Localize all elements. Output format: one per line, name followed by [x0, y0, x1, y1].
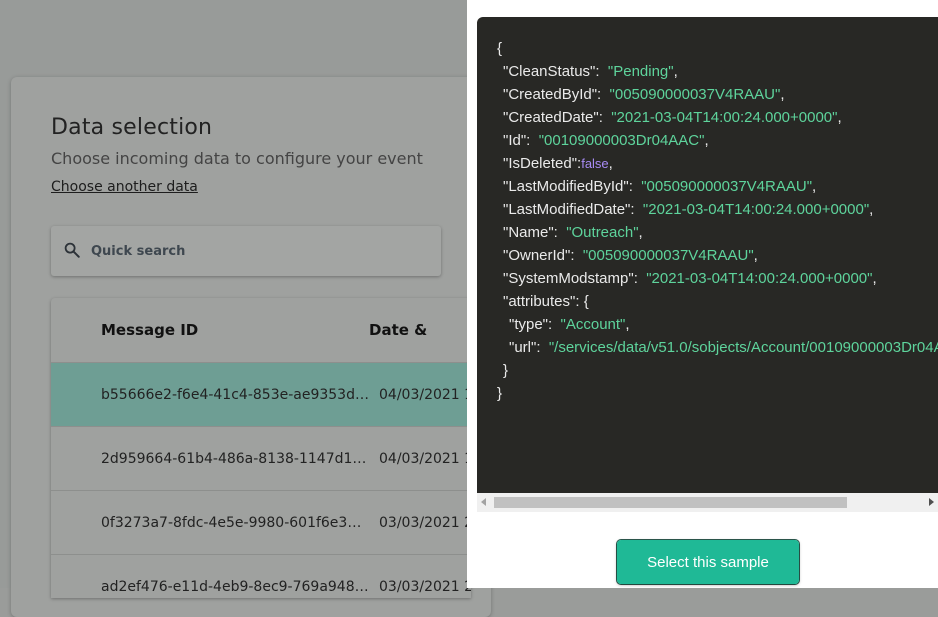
json-line: "url": "/services/data/v51.0/sobjects/Ac… — [497, 336, 938, 359]
json-string-value: "005090000037V4RAAU" — [582, 247, 754, 264]
json-punctuation: : — [526, 132, 539, 149]
message-id-cell: ad2ef476-e11d-4eb9-8ec9-769a948… — [101, 579, 369, 595]
json-punctuation: , — [869, 201, 874, 218]
json-punctuation: } — [497, 385, 503, 402]
page-title: Data selection — [51, 115, 213, 140]
json-punctuation: , — [608, 155, 613, 172]
json-line: "CreatedById": "005090000037V4RAAU", — [497, 83, 938, 106]
select-this-sample-button[interactable]: Select this sample — [617, 540, 799, 584]
json-boolean-value: false — [581, 156, 609, 171]
json-punctuation: : — [597, 86, 610, 103]
json-punctuation: , — [780, 86, 785, 103]
json-line: } — [497, 382, 938, 405]
scroll-right-arrow-icon[interactable] — [929, 498, 934, 506]
sample-preview-panel: {"CleanStatus": "Pending", "CreatedById":… — [467, 0, 938, 588]
json-line: "CreatedDate": "2021-03-04T14:00:24.000+… — [497, 106, 938, 129]
choose-another-data-link[interactable]: Choose another data — [51, 179, 198, 195]
json-key: "attributes" — [503, 293, 576, 310]
json-line: "Name": "Outreach", — [497, 221, 938, 244]
json-key: "Id" — [503, 132, 527, 149]
json-punctuation: , — [704, 132, 709, 149]
json-punctuation: , — [753, 247, 758, 264]
json-line: { — [497, 37, 938, 60]
json-punctuation: , — [673, 63, 678, 80]
json-punctuation: , — [638, 224, 643, 241]
json-punctuation: } — [503, 362, 509, 379]
date-time-cell: 03/03/2021 2 — [379, 515, 471, 531]
date-time-cell: 04/03/2021 1 — [379, 387, 471, 403]
json-string-value: "Account" — [560, 316, 626, 333]
json-key: "LastModifiedById" — [503, 178, 629, 195]
json-key: "IsDeleted" — [503, 155, 578, 172]
json-string-value: "Pending" — [607, 63, 674, 80]
column-header-message-id[interactable]: Message ID — [101, 298, 198, 362]
page-subtitle: Choose incoming data to configure your e… — [51, 149, 423, 168]
json-key: "CleanStatus" — [503, 63, 596, 80]
json-line: "IsDeleted":false, — [497, 152, 938, 175]
quick-search-box[interactable] — [51, 226, 441, 276]
json-punctuation: : — [553, 224, 567, 241]
json-string-value: "005090000037V4RAAU" — [609, 86, 781, 103]
search-icon — [64, 242, 80, 258]
table-row[interactable]: ad2ef476-e11d-4eb9-8ec9-769a948… 03/03/2… — [51, 554, 471, 598]
scroll-left-arrow-icon[interactable] — [481, 498, 486, 506]
table-row[interactable]: 0f3273a7-8fdc-4e5e-9980-601f6e38… 03/03/… — [51, 490, 471, 555]
scrollbar-thumb[interactable] — [494, 497, 847, 508]
json-key: "type" — [509, 316, 549, 333]
json-preview[interactable]: {"CleanStatus": "Pending", "CreatedById":… — [477, 17, 938, 512]
json-key: "CreatedDate" — [503, 109, 599, 126]
json-key: "SystemModstamp" — [503, 270, 634, 287]
json-key: "CreatedById" — [503, 86, 598, 103]
json-line: "LastModifiedDate": "2021-03-04T14:00:24… — [497, 198, 938, 221]
json-line: "CleanStatus": "Pending", — [497, 60, 938, 83]
json-punctuation: : — [598, 109, 612, 126]
json-punctuation: : — [628, 178, 642, 195]
date-time-cell: 03/03/2021 2 — [379, 579, 471, 595]
json-line: } — [497, 359, 938, 382]
messages-table: Message ID Date & Time b55666e2-f6e4-41c… — [51, 298, 471, 598]
json-punctuation: : — [633, 270, 647, 287]
json-string-value: "2021-03-04T14:00:24.000+0000" — [646, 270, 873, 287]
json-punctuation: : — [536, 339, 549, 356]
message-id-cell: 0f3273a7-8fdc-4e5e-9980-601f6e38… — [101, 515, 369, 531]
json-punctuation: : — [548, 316, 561, 333]
json-string-value: "00109000003Dr04AAC" — [538, 132, 705, 149]
json-key: "Name" — [503, 224, 554, 241]
json-punctuation: { — [497, 40, 503, 57]
json-punctuation: : — [570, 247, 583, 264]
json-punctuation: : { — [575, 293, 589, 310]
date-time-cell: 04/03/2021 1 — [379, 451, 471, 467]
json-code: {"CleanStatus": "Pending", "CreatedById":… — [497, 37, 938, 497]
message-id-cell: b55666e2-f6e4-41c4-853e-ae9353d… — [101, 387, 369, 403]
json-line: "LastModifiedById": "005090000037V4RAAU"… — [497, 175, 938, 198]
json-string-value: "/services/data/v51.0/sobjects/Account/0… — [548, 339, 938, 356]
json-line: "SystemModstamp": "2021-03-04T14:00:24.0… — [497, 267, 938, 290]
json-punctuation: : — [630, 201, 643, 218]
json-key: "LastModifiedDate" — [503, 201, 631, 218]
horizontal-scrollbar[interactable] — [477, 493, 938, 512]
json-key: "url" — [509, 339, 537, 356]
json-line: "attributes": { — [497, 290, 938, 313]
json-punctuation: , — [837, 109, 842, 126]
json-key: "OwnerId" — [503, 247, 571, 264]
json-string-value: "Outreach" — [566, 224, 639, 241]
json-punctuation: : — [595, 63, 608, 80]
message-id-cell: 2d959664-61b4-486a-8138-1147d1… — [101, 451, 367, 467]
json-string-value: "2021-03-04T14:00:24.000+0000" — [611, 109, 838, 126]
table-row[interactable]: b55666e2-f6e4-41c4-853e-ae9353d… 04/03/2… — [51, 362, 471, 427]
json-line: "Id": "00109000003Dr04AAC", — [497, 129, 938, 152]
json-punctuation: , — [812, 178, 817, 195]
json-string-value: "2021-03-04T14:00:24.000+0000" — [642, 201, 870, 218]
json-line: "OwnerId": "005090000037V4RAAU", — [497, 244, 938, 267]
json-punctuation: , — [872, 270, 877, 287]
search-input[interactable] — [91, 226, 431, 276]
json-punctuation: , — [625, 316, 630, 333]
table-row[interactable]: 2d959664-61b4-486a-8138-1147d1… 04/03/20… — [51, 426, 471, 491]
json-line: "type": "Account", — [497, 313, 938, 336]
json-string-value: "005090000037V4RAAU" — [641, 178, 813, 195]
column-header-date-time[interactable]: Date & Time — [369, 298, 471, 403]
